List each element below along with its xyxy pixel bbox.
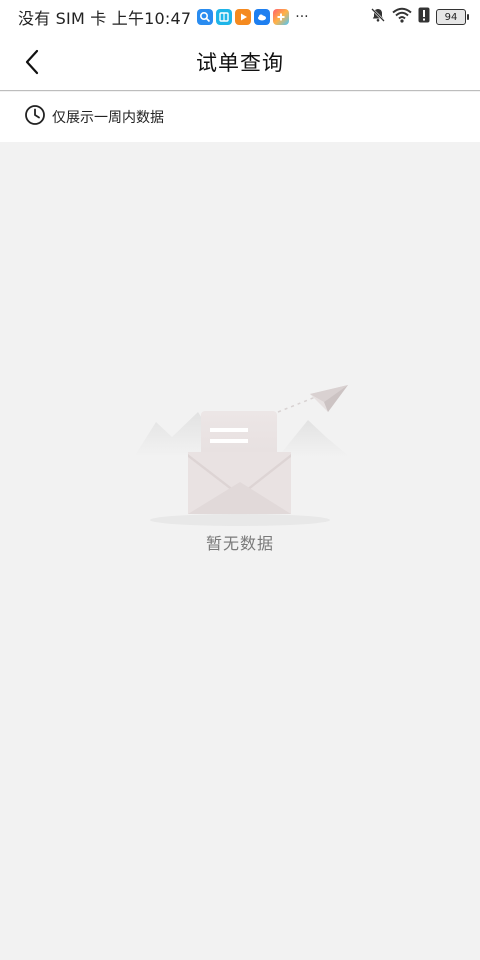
info-bar: 仅展示一周内数据 (0, 92, 480, 142)
bell-off-icon (370, 7, 386, 27)
back-button[interactable] (14, 44, 50, 80)
search-app-icon (197, 9, 214, 25)
empty-message: 暂无数据 (205, 534, 274, 553)
cloud-app-icon (254, 9, 271, 25)
carrier-time-text: 没有 SIM 卡 上午10:47 (18, 9, 192, 28)
page-title: 试单查询 (196, 51, 284, 75)
status-left: 没有 SIM 卡 上午10:47 ··· (18, 5, 309, 29)
clock-icon (24, 104, 46, 130)
status-bar: 没有 SIM 卡 上午10:47 ··· 94 (0, 0, 480, 34)
status-right: 94 (370, 7, 469, 27)
info-notice-text: 仅展示一周内数据 (52, 110, 164, 126)
book-app-icon (216, 9, 233, 25)
battery-indicator: 94 (436, 9, 469, 25)
video-app-icon (235, 9, 252, 25)
plus-app-icon (273, 9, 290, 25)
chevron-left-icon (25, 49, 39, 75)
empty-mailbox-illustration (134, 385, 350, 526)
alert-icon (418, 7, 430, 27)
title-bar: 试单查询 (0, 34, 480, 91)
more-notifications-icon: ··· (295, 9, 309, 25)
empty-state: 暂无数据 (0, 142, 480, 960)
wifi-icon (392, 7, 412, 27)
